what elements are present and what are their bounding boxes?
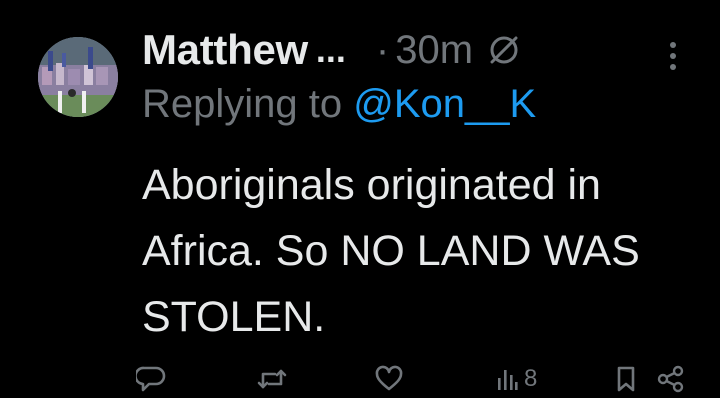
reply-bubble-icon <box>136 365 166 393</box>
views-button[interactable]: 8 <box>496 360 537 398</box>
views-count: 8 <box>524 365 538 392</box>
more-vertical-icon[interactable] <box>663 38 683 78</box>
bookmark-button[interactable] <box>614 360 638 398</box>
avatar[interactable] <box>38 37 118 117</box>
heart-icon <box>374 365 404 393</box>
reply-prefix: Replying to <box>142 82 343 126</box>
name-truncation: ... <box>315 29 346 70</box>
retweet-icon <box>256 365 288 393</box>
replying-to: Replying to @Kon__K <box>142 82 536 127</box>
bar-chart-icon <box>496 366 518 392</box>
tweet-header: Matthew ... · 30m <box>142 24 521 76</box>
reply-button[interactable] <box>136 360 166 398</box>
bookmark-icon <box>614 365 638 393</box>
reply-handle-link[interactable]: @Kon__K <box>353 82 536 126</box>
avatar-image <box>38 37 118 117</box>
share-button[interactable] <box>656 360 686 398</box>
like-button[interactable] <box>374 360 404 398</box>
separator-dot: · <box>375 27 390 72</box>
share-icon <box>656 365 686 393</box>
retweet-button[interactable] <box>256 360 288 398</box>
action-bar: 8 <box>0 360 720 398</box>
timestamp[interactable]: 30m <box>395 28 473 73</box>
tweet-card[interactable]: Matthew ... · 30m Replying to @Kon__K Ab… <box>0 0 720 398</box>
edited-slash-circle-icon <box>487 33 521 67</box>
author-name[interactable]: Matthew <box>142 26 308 74</box>
tweet-text: Aboriginals originated in Africa. So NO … <box>142 161 640 341</box>
